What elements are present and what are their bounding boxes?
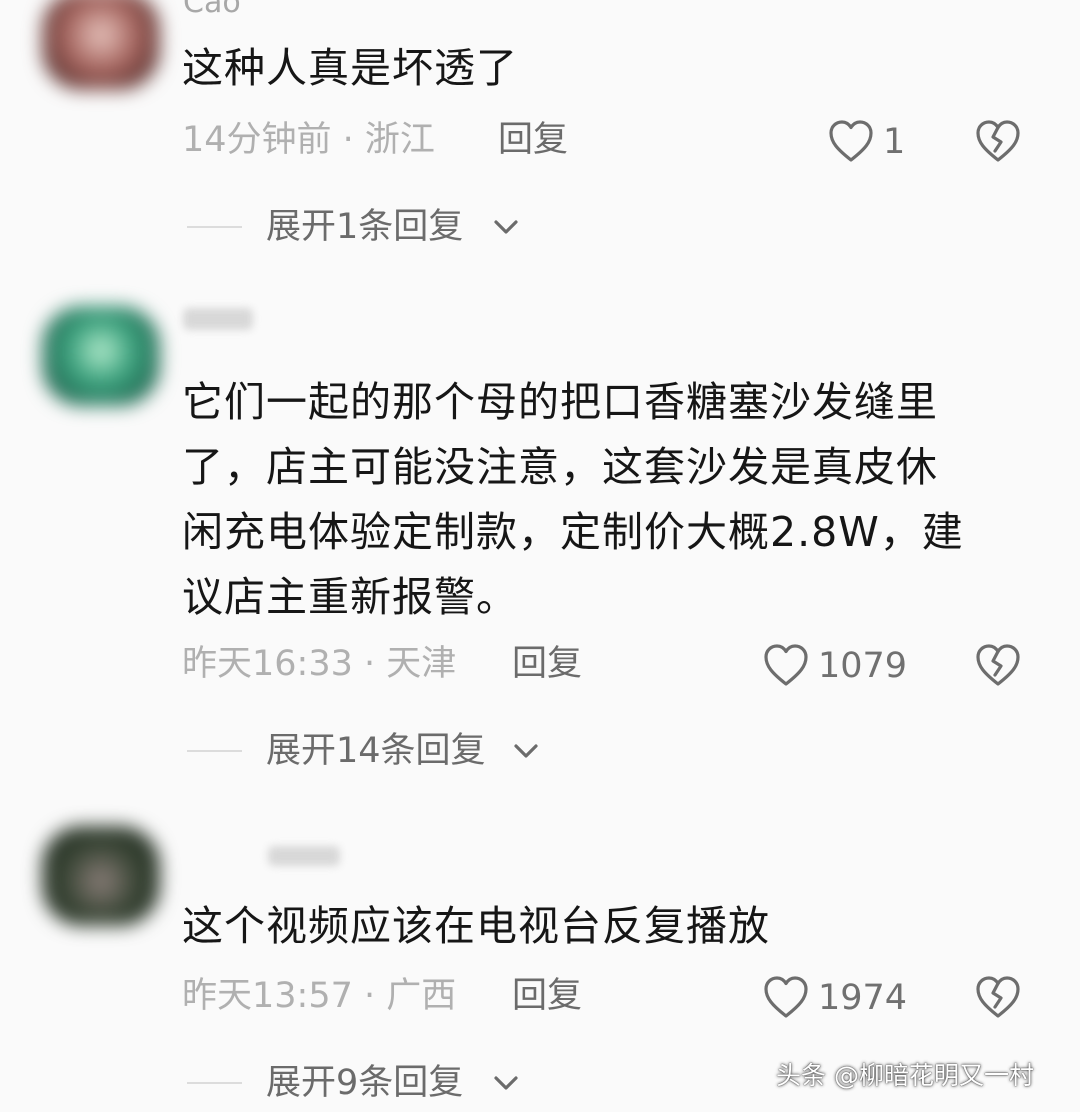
comment-text-line: 议店主重新报警。 [182, 573, 518, 621]
reply-button[interactable]: 回复 [512, 970, 582, 1022]
comment-text-line: 闲充电体验定制款，定制价大概2.8W，建 [182, 508, 964, 556]
heart-outline-icon [764, 976, 808, 1018]
expand-replies-button[interactable]: 展开14条回复 [182, 726, 562, 776]
heart-outline-icon [829, 120, 873, 162]
expand-replies-label: 展开1条回复 [266, 207, 464, 247]
like-count: 1079 [818, 646, 908, 686]
broken-heart-icon[interactable] [974, 118, 1022, 164]
comment-timestamp-location: 14分钟前 · 浙江 [182, 120, 435, 160]
comment-text: 这种人真是坏透了 [182, 44, 518, 92]
chevron-down-icon [514, 744, 538, 758]
comment-meta: 昨天13:57 · 广西 回复 1974 [182, 970, 1032, 1022]
reply-button[interactable]: 回复 [512, 638, 582, 690]
like-count: 1974 [818, 978, 908, 1018]
avatar[interactable] [42, 826, 160, 926]
avatar[interactable] [42, 306, 160, 406]
comment-text: 它们一起的那个母的把口香糖塞沙发缝里 了，店主可能没注意，这套沙发是真皮休 闲充… [182, 370, 1022, 630]
divider-line [187, 226, 242, 228]
reply-button[interactable]: 回复 [498, 114, 568, 166]
heart-outline-icon [764, 644, 808, 686]
comment-timestamp-location: 昨天13:57 · 广西 [182, 976, 457, 1016]
avatar[interactable] [42, 0, 160, 90]
comment-text-line: 了，店主可能没注意，这套沙发是真皮休 [182, 443, 938, 491]
chevron-down-icon [494, 1076, 518, 1090]
watermark: 头条 @柳暗花明又一村 [776, 1061, 1034, 1090]
broken-heart-icon[interactable] [974, 642, 1022, 688]
username[interactable] [183, 308, 253, 330]
expand-replies-label: 展开14条回复 [266, 731, 486, 771]
expand-replies-button[interactable]: 展开9条回复 [182, 1058, 542, 1108]
expand-replies-label: 展开9条回复 [266, 1063, 464, 1103]
comment-timestamp-location: 昨天16:33 · 天津 [182, 644, 457, 684]
comment-text: 这个视频应该在电视台反复播放 [182, 902, 770, 950]
expand-replies-button[interactable]: 展开1条回复 [182, 202, 542, 252]
like-count: 1 [883, 122, 906, 162]
comment-text-line: 它们一起的那个母的把口香糖塞沙发缝里 [182, 378, 938, 426]
username[interactable] [268, 846, 340, 866]
username[interactable]: Cao [183, 0, 241, 18]
comment-meta: 14分钟前 · 浙江 回复 1 [182, 114, 1032, 166]
comment-meta: 昨天16:33 · 天津 回复 1079 [182, 638, 1032, 690]
divider-line [187, 1082, 242, 1084]
broken-heart-icon[interactable] [974, 974, 1022, 1020]
divider-line [187, 750, 242, 752]
chevron-down-icon [494, 220, 518, 234]
